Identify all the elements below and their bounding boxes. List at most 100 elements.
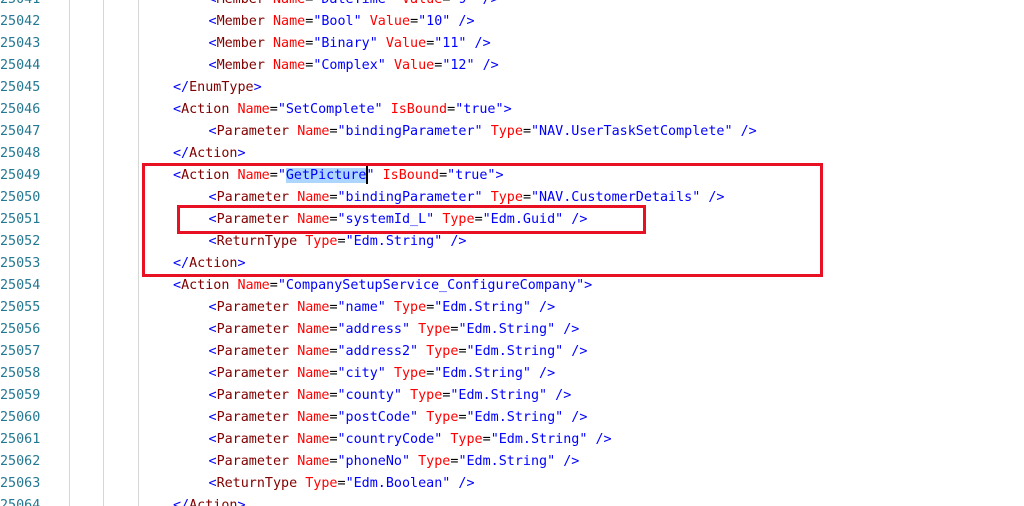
xml-attribute: Name bbox=[237, 102, 270, 117]
line-content[interactable]: <Parameter Name="name" Type="Edm.String"… bbox=[209, 297, 556, 319]
line-number: 25051 bbox=[0, 212, 41, 227]
line-number: 25053 bbox=[0, 256, 41, 271]
xml-bracket: < bbox=[173, 102, 182, 117]
line-content[interactable]: </Action> bbox=[173, 143, 246, 165]
code-lines: 25041 <Member Name="DateTime" Value="9" /… bbox=[0, 0, 1024, 506]
xml-attribute: Name bbox=[297, 300, 330, 315]
line-number: 25042 bbox=[0, 14, 41, 29]
xml-value: "DateTime" bbox=[313, 0, 394, 7]
xml-text: = bbox=[269, 168, 278, 183]
code-line: 25053 </Action> bbox=[0, 253, 1024, 275]
code-line: 25041 <Member Name="DateTime" Value="9" /… bbox=[0, 0, 1024, 11]
xml-value: "systemId_L" bbox=[337, 212, 435, 227]
xml-value: "true" bbox=[447, 168, 496, 183]
line-content[interactable]: <Parameter Name="address" Type="Edm.Stri… bbox=[209, 319, 580, 341]
xml-bracket: </ bbox=[173, 80, 190, 95]
xml-text: = bbox=[458, 344, 467, 359]
line-number: 25058 bbox=[0, 366, 41, 381]
xml-tag-name: ReturnType bbox=[216, 234, 306, 249]
xml-bracket: > bbox=[237, 498, 246, 506]
line-content[interactable]: </Action> bbox=[173, 495, 246, 506]
xml-attribute: Type bbox=[418, 322, 451, 337]
xml-tag-name: EnumType bbox=[189, 80, 254, 95]
xml-bracket: /> bbox=[475, 0, 499, 7]
code-line: 25046 <Action Name="SetComplete" IsBound=… bbox=[0, 99, 1024, 121]
xml-bracket: < bbox=[208, 322, 217, 337]
line-content[interactable]: <Parameter Name="bindingParameter" Type=… bbox=[209, 187, 725, 209]
xml-bracket: /> bbox=[587, 432, 612, 447]
line-content[interactable]: <Parameter Name="systemId_L" Type="Edm.G… bbox=[209, 209, 588, 231]
xml-value: "NAV.UserTaskSetComplete" bbox=[531, 124, 733, 139]
xml-bracket: < bbox=[208, 190, 217, 205]
xml-value: "true" bbox=[455, 102, 504, 117]
line-content[interactable]: <Parameter Name="phoneNo" Type="Edm.Stri… bbox=[209, 451, 580, 473]
xml-attribute: Name bbox=[273, 14, 306, 29]
xml-value: "CompanySetupService_ConfigureCompany" bbox=[277, 278, 585, 293]
xml-value: "Edm.String" bbox=[466, 410, 564, 425]
xml-text: = bbox=[458, 410, 467, 425]
xml-attribute: Name bbox=[297, 432, 330, 447]
xml-value: "Complex" bbox=[313, 58, 386, 73]
line-content[interactable]: </Action> bbox=[173, 253, 246, 275]
line-number: 25041 bbox=[0, 0, 60, 11]
line-content[interactable]: <Parameter Name="bindingParameter" Type=… bbox=[209, 121, 757, 143]
line-content[interactable]: <ReturnType Type="Edm.Boolean" /> bbox=[209, 473, 475, 495]
xml-value: "11" bbox=[434, 36, 467, 51]
xml-bracket: /> bbox=[442, 234, 467, 249]
line-content[interactable]: </EnumType> bbox=[173, 77, 262, 99]
xml-tag-name: Parameter bbox=[216, 366, 298, 381]
line-content[interactable]: <Action Name="CompanySetupService_Config… bbox=[173, 275, 592, 297]
xml-attribute: Type bbox=[442, 212, 475, 227]
xml-text: = bbox=[439, 168, 448, 183]
line-content[interactable]: <Parameter Name="postCode" Type="Edm.Str… bbox=[209, 407, 588, 429]
line-content[interactable]: <Action Name="SetComplete" IsBound="true… bbox=[173, 99, 512, 121]
line-content[interactable]: <Member Name="Complex" Value="12" /> bbox=[209, 55, 499, 77]
xml-text: = bbox=[329, 432, 338, 447]
xml-text: = bbox=[269, 278, 278, 293]
line-content[interactable]: <Member Name="Binary" Value="11" /> bbox=[209, 33, 491, 55]
xml-value: "Edm.Guid" bbox=[482, 212, 564, 227]
xml-tag-name: Action bbox=[181, 102, 238, 117]
xml-attribute: Type bbox=[410, 388, 443, 403]
code-line: 25055 <Parameter Name="name" Type="Edm.St… bbox=[0, 297, 1024, 319]
line-content[interactable]: <Parameter Name="address2" Type="Edm.Str… bbox=[209, 341, 588, 363]
xml-attribute: Value bbox=[402, 0, 442, 7]
line-content[interactable]: <Action Name="GetPicture" IsBound="true"… bbox=[173, 165, 504, 187]
xml-value: "bindingParameter" bbox=[337, 124, 483, 139]
xml-attribute: Type bbox=[450, 432, 483, 447]
xml-value: "Edm.String" bbox=[434, 300, 531, 315]
line-content[interactable]: <ReturnType Type="Edm.String" /> bbox=[209, 231, 467, 253]
xml-attribute: Type bbox=[490, 190, 523, 205]
xml-attribute: Name bbox=[273, 36, 306, 51]
xml-bracket: < bbox=[208, 14, 217, 29]
xml-value: "NAV.CustomerDetails" bbox=[531, 190, 701, 205]
xml-value: "phoneNo" bbox=[337, 454, 411, 469]
xml-tag-name: ReturnType bbox=[216, 476, 306, 491]
xml-tag-name: Parameter bbox=[216, 432, 298, 447]
xml-tag-name: Parameter bbox=[216, 212, 298, 227]
line-number: 25044 bbox=[0, 58, 41, 73]
line-content[interactable]: <Parameter Name="county" Type="Edm.Strin… bbox=[209, 385, 572, 407]
code-line: 25054 <Action Name="CompanySetupService_C… bbox=[0, 275, 1024, 297]
code-line: 25060 <Parameter Name="postCode" Type="Ed… bbox=[0, 407, 1024, 429]
line-number: 25045 bbox=[0, 80, 41, 95]
xml-attribute: Name bbox=[297, 454, 330, 469]
code-viewer[interactable]: 25041 <Member Name="DateTime" Value="9" /… bbox=[0, 0, 1024, 506]
xml-value: "postCode" bbox=[337, 410, 419, 425]
xml-bracket: < bbox=[208, 58, 217, 73]
xml-bracket: < bbox=[209, 0, 217, 7]
xml-text: = bbox=[329, 300, 338, 315]
xml-bracket: /> bbox=[450, 476, 475, 491]
xml-attribute: IsBound bbox=[382, 168, 440, 183]
xml-text: = bbox=[329, 366, 338, 381]
line-content[interactable]: <Parameter Name="countryCode" Type="Edm.… bbox=[209, 429, 612, 451]
code-line: 25047 <Parameter Name="bindingParameter" … bbox=[0, 121, 1024, 143]
line-number: 25043 bbox=[0, 36, 41, 51]
line-content[interactable]: <Parameter Name="city" Type="Edm.String"… bbox=[209, 363, 556, 385]
line-content[interactable]: <Member Name="DateTime" Value="9" /> bbox=[209, 0, 499, 11]
xml-attribute: Name bbox=[297, 366, 330, 381]
xml-value: "county" bbox=[337, 388, 403, 403]
line-content[interactable]: <Member Name="Bool" Value="10" /> bbox=[209, 11, 475, 33]
xml-bracket: < bbox=[208, 234, 217, 249]
xml-text bbox=[483, 124, 491, 139]
